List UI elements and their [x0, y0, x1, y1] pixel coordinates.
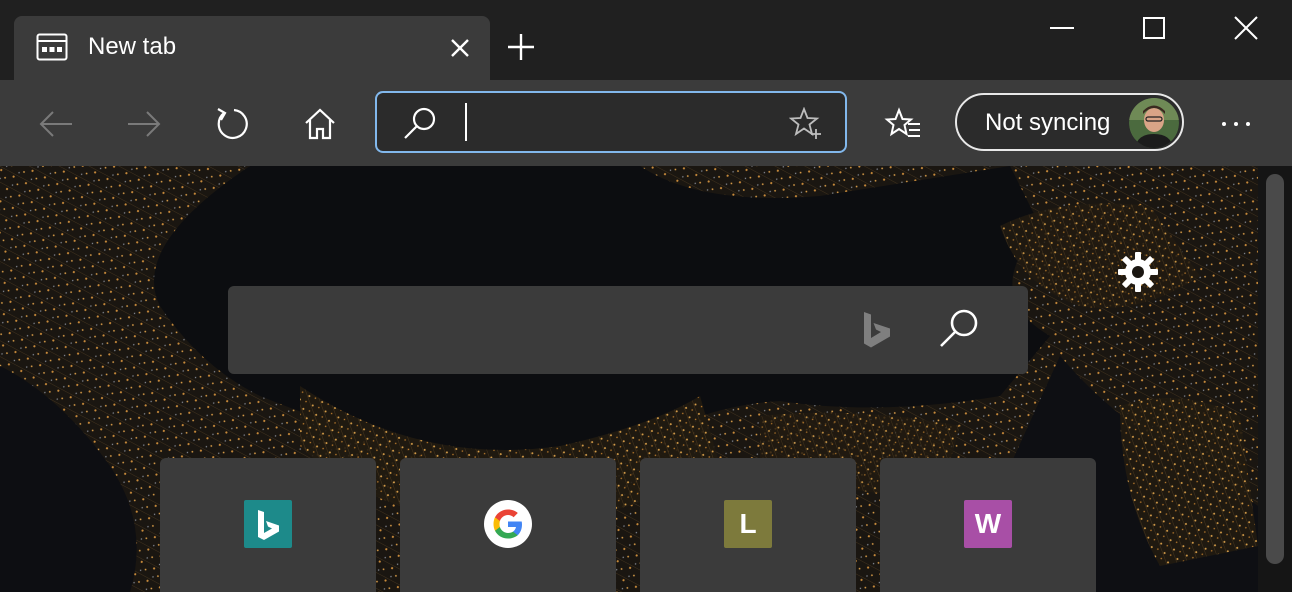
quick-link-tile[interactable]: W — [880, 458, 1096, 592]
minimize-icon[interactable] — [1048, 14, 1076, 42]
letter-l-icon: L — [724, 500, 772, 548]
scrollbar[interactable] — [1258, 166, 1292, 592]
tab-new-tab[interactable]: New tab — [14, 16, 490, 80]
profile-button[interactable]: Not syncing — [955, 93, 1184, 151]
favorites-icon[interactable] — [884, 104, 924, 144]
quick-link-tile[interactable]: L — [640, 458, 856, 592]
avatar — [1129, 98, 1179, 148]
web-search-input[interactable] — [252, 310, 852, 350]
scrollbar-thumb[interactable] — [1266, 174, 1284, 564]
back-arrow-icon[interactable] — [36, 104, 76, 144]
more-icon[interactable] — [1216, 104, 1256, 144]
quick-link-tile[interactable] — [160, 458, 376, 592]
forward-arrow-icon[interactable] — [124, 104, 164, 144]
new-tab-page: L W — [0, 166, 1292, 592]
refresh-icon[interactable] — [212, 104, 252, 144]
navigation-toolbar: Not syncing — [0, 80, 1292, 166]
close-window-icon[interactable] — [1232, 14, 1260, 42]
sync-status-label: Not syncing — [985, 109, 1111, 136]
home-icon[interactable] — [300, 104, 340, 144]
tab-title: New tab — [88, 33, 177, 60]
letter-w-icon: W — [964, 500, 1012, 548]
bing-icon — [244, 500, 292, 548]
text-caret — [465, 103, 467, 141]
web-search-box[interactable] — [228, 286, 1028, 374]
close-tab-icon[interactable] — [448, 36, 472, 60]
google-icon — [484, 500, 532, 548]
search-icon — [404, 107, 436, 139]
search-icon[interactable] — [936, 306, 982, 352]
gear-icon[interactable] — [1116, 250, 1160, 294]
address-bar[interactable] — [375, 91, 847, 153]
new-tab-page-icon — [36, 33, 68, 61]
new-tab-plus-icon[interactable] — [505, 31, 537, 63]
bing-logo-icon — [864, 312, 890, 348]
maximize-icon[interactable] — [1140, 14, 1168, 42]
address-input[interactable] — [459, 103, 759, 143]
title-bar: New tab — [0, 0, 1292, 80]
quick-link-tile[interactable] — [400, 458, 616, 592]
add-favorite-icon[interactable] — [789, 107, 823, 141]
